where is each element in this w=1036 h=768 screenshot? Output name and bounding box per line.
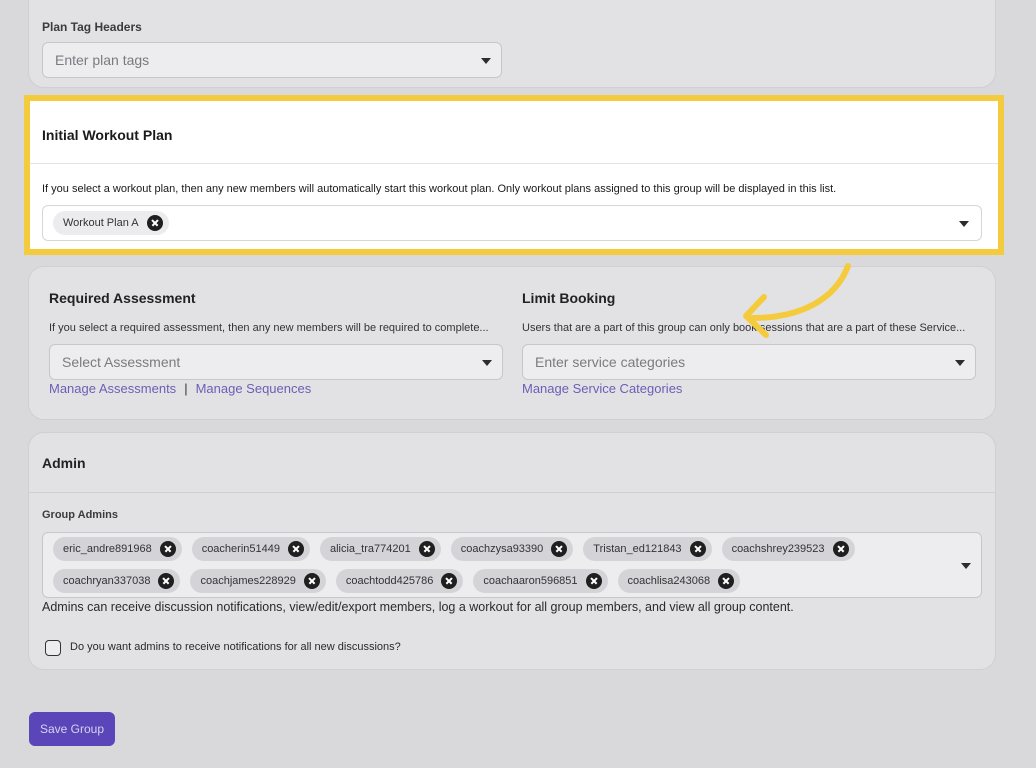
- admin-chip-label: coacherin51449: [201, 543, 280, 555]
- save-group-button[interactable]: Save Group: [29, 712, 115, 746]
- remove-admin-icon[interactable]: [158, 573, 175, 589]
- admins-help-text: Admins can receive discussion notificati…: [42, 600, 794, 614]
- admin-chip-label: coachaaron596851: [483, 575, 578, 587]
- chevron-down-icon: [482, 360, 492, 366]
- admin-chip-label: coachtodd425786: [345, 575, 434, 587]
- remove-admin-icon[interactable]: [718, 573, 735, 589]
- service-categories-placeholder: Enter service categories: [535, 354, 686, 370]
- workout-plan-select[interactable]: Workout Plan A: [42, 205, 982, 241]
- group-admins-label: Group Admins: [42, 509, 118, 521]
- admin-chip: coacherin51449: [191, 537, 310, 561]
- remove-admin-icon[interactable]: [832, 541, 849, 557]
- admin-chip-label: coachjames228929: [200, 575, 296, 587]
- admin-card: Admin Group Admins eric_andre891968coach…: [28, 432, 996, 670]
- remove-chip-icon[interactable]: [146, 215, 163, 231]
- remove-admin-icon[interactable]: [585, 573, 602, 589]
- admin-chips: eric_andre891968 coacherin51449 alicia_tra…: [53, 537, 923, 593]
- chevron-down-icon: [961, 563, 971, 569]
- notify-admins-checkbox[interactable]: [45, 640, 61, 656]
- required-assessment-title: Required Assessment: [49, 290, 196, 306]
- chevron-down-icon: [959, 221, 969, 227]
- chip-label: Workout Plan A: [63, 217, 139, 229]
- admin-chip-label: coachryan337038: [63, 575, 151, 587]
- manage-service-categories-link[interactable]: Manage Service Categories: [522, 381, 682, 396]
- manage-sequences-link[interactable]: Manage Sequences: [196, 381, 312, 396]
- service-categories-select[interactable]: Enter service categories: [522, 344, 976, 380]
- remove-admin-icon[interactable]: [303, 573, 320, 589]
- link-separator: |: [184, 381, 188, 396]
- plan-tags-label: Plan Tag Headers: [42, 20, 142, 34]
- chevron-down-icon: [481, 58, 491, 64]
- admin-chip-label: coachlisa243068: [627, 575, 711, 587]
- remove-admin-icon[interactable]: [441, 573, 458, 589]
- assessment-booking-card: Required Assessment If you select a requ…: [28, 266, 996, 420]
- admin-chip: alicia_tra774201: [319, 537, 441, 561]
- admin-chip: coachjames228929: [190, 569, 326, 593]
- plan-tags-placeholder: Enter plan tags: [55, 52, 150, 68]
- remove-admin-icon[interactable]: [551, 541, 568, 557]
- assessment-links: Manage Assessments | Manage Sequences: [49, 381, 311, 396]
- divider: [29, 492, 995, 493]
- chevron-down-icon: [955, 360, 965, 366]
- initial-workout-title: Initial Workout Plan: [42, 127, 173, 143]
- remove-admin-icon[interactable]: [418, 541, 435, 557]
- initial-workout-description: If you select a workout plan, then any n…: [42, 183, 837, 195]
- admin-chip: coachryan337038: [53, 569, 181, 593]
- admin-chip: eric_andre891968: [53, 537, 182, 561]
- admin-chip: coachlisa243068: [617, 569, 741, 593]
- admin-chip: coachzysa93390: [450, 537, 574, 561]
- limit-booking-title: Limit Booking: [522, 290, 616, 306]
- limit-booking-description: Users that are a part of this group can …: [522, 322, 966, 334]
- admin-chip-label: Tristan_ed121843: [593, 543, 682, 555]
- admin-chip-label: eric_andre891968: [63, 543, 152, 555]
- group-admins-select[interactable]: eric_andre891968 coacherin51449 alicia_tra…: [42, 532, 982, 598]
- admin-chip: Tristan_ed121843: [583, 537, 712, 561]
- remove-admin-icon[interactable]: [159, 541, 176, 557]
- manage-assessments-link[interactable]: Manage Assessments: [49, 381, 176, 396]
- admin-chip: coachtodd425786: [335, 569, 464, 593]
- required-assessment-description: If you select a required assessment, the…: [49, 322, 489, 334]
- plan-tags-select[interactable]: Enter plan tags: [42, 42, 502, 78]
- remove-admin-icon[interactable]: [689, 541, 706, 557]
- selected-workout-chip: Workout Plan A: [53, 211, 169, 235]
- admin-chip-label: alicia_tra774201: [329, 543, 411, 555]
- admin-chip-label: coachzysa93390: [460, 543, 544, 555]
- plan-tags-card: Plan Tag Headers Enter plan tags: [28, 0, 996, 88]
- assessment-placeholder: Select Assessment: [62, 354, 181, 370]
- initial-workout-plan-section: Initial Workout Plan If you select a wor…: [24, 95, 1004, 255]
- assessment-select[interactable]: Select Assessment: [49, 344, 503, 380]
- divider: [30, 163, 998, 164]
- admin-chip: coachaaron596851: [473, 569, 608, 593]
- admin-chip: coachshrey239523: [721, 537, 855, 561]
- remove-admin-icon[interactable]: [287, 541, 304, 557]
- admin-title: Admin: [42, 455, 86, 471]
- notify-admins-label: Do you want admins to receive notificati…: [70, 641, 401, 653]
- admin-chip-label: coachshrey239523: [731, 543, 825, 555]
